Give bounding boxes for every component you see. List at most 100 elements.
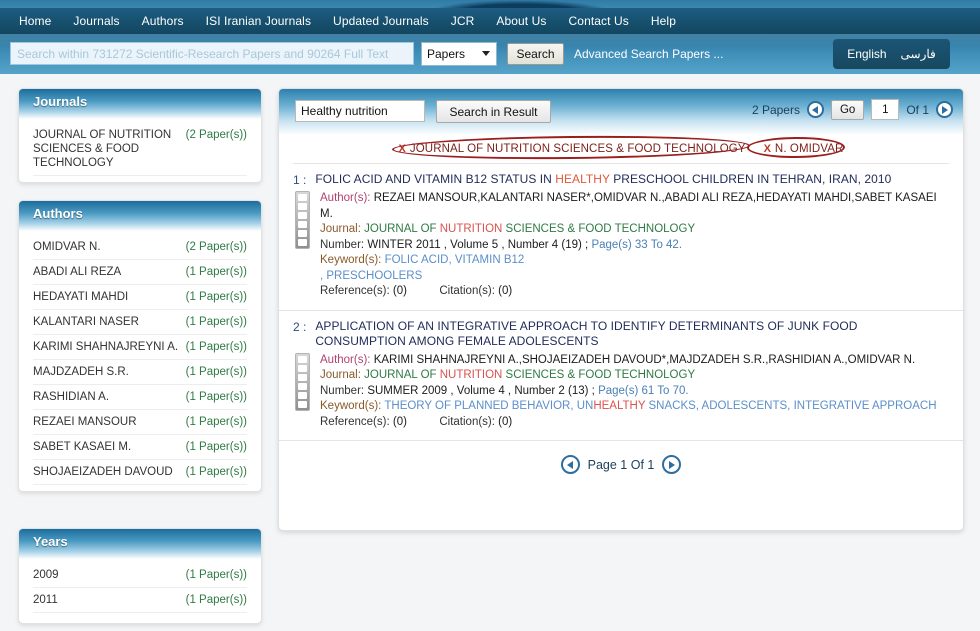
search-scope-select[interactable]: Papers [421,42,497,66]
next-page-icon[interactable] [662,455,682,474]
keywords-value[interactable]: FOLIC ACID, VITAMIN B12 [385,254,525,266]
journal-label: Journal: [320,369,361,381]
keywords-value-2[interactable]: , PRESCHOOLERS [320,270,422,282]
result-title-highlight: HEALTHY [555,172,610,186]
close-icon[interactable]: X [764,143,771,155]
nav-journals[interactable]: Journals [62,12,130,30]
keywords-value[interactable]: THEORY OF PLANNED BEHAVIOR, UNHEALTHY SN… [384,400,936,412]
page-number-input[interactable] [871,99,900,120]
authors-facet-row[interactable]: MAJDZADEH S.R. (1 Paper(s)) [33,360,247,385]
result-body: Author(s): KARIMI SHAHNAJREYNI A.,SHOJAE… [293,352,949,431]
result-item: 1 : FOLIC ACID AND VITAMIN B12 STATUS IN… [279,164,963,311]
nav-authors[interactable]: Authors [131,12,195,30]
authors-facet-row[interactable]: HEDAYATI MAHDI (1 Paper(s)) [33,285,247,310]
authors-facet-count: (1 Paper(s)) [185,341,247,353]
authors-value: KARIMI SHAHNAJREYNI A.,SHOJAEIZADEH DAVO… [373,353,916,366]
close-icon[interactable]: X [399,143,406,155]
result-index: 1 : [293,173,307,187]
number-label: Number: [320,238,365,251]
authors-facet-row[interactable]: KALANTARI NASER (1 Paper(s)) [33,310,247,335]
advanced-search-link[interactable]: Advanced Search Papers ... [574,47,723,61]
result-keywords-line: Keyword(s): FOLIC ACID, VITAMIN B12 [320,253,949,269]
authors-facet-count: (1 Paper(s)) [185,266,247,278]
search-in-result-button[interactable]: Search in Result [436,100,551,123]
journals-panel-header: Journals [19,89,261,119]
number-label: Number: [320,384,365,397]
nav-updated-journals[interactable]: Updated Journals [322,12,440,30]
filter-chip-journal-label: JOURNAL OF NUTRITION SCIENCES & FOOD TEC… [409,143,746,155]
keywords-pre: THEORY OF PLANNED BEHAVIOR, UN [384,400,594,412]
journal-post: SCIENCES & FOOD TECHNOLOGY [502,369,696,381]
filter-chip-author[interactable]: X N. OMIDVAR [764,143,844,155]
logo-arc-decoration [430,0,610,8]
page-indicator-label: Page 1 Of 1 [587,457,655,472]
authors-facet-row[interactable]: OMIDVAR N. (2 Paper(s)) [33,235,247,260]
journal-label: Journal: [320,223,361,235]
citation-label: Citation(s): [439,415,495,428]
papers-count-label: 2 Papers [751,102,800,117]
next-page-icon[interactable] [936,101,953,118]
authors-facet-count: (1 Paper(s)) [185,416,247,428]
years-facet-count: (1 Paper(s)) [185,594,247,606]
journals-panel-body: JOURNAL OF NUTRITION SCIENCES & FOOD TEC… [19,119,261,182]
result-number-line: Number: WINTER 2011 , Volume 5 , Number … [320,238,949,254]
search-in-result-input[interactable] [295,100,425,122]
search-button[interactable]: Search [507,43,564,65]
keywords-label: Keyword(s): [320,254,382,266]
years-panel-title: Years [33,534,68,549]
authors-facet-name: SHOJAEIZADEH DAVOUD [33,466,173,478]
reference-label: Reference(s): [320,285,390,297]
result-refcite-line: Reference(s): (0) Citation(s): (0) [320,415,949,431]
years-facet-row[interactable]: 2009 (1 Paper(s)) [33,563,247,588]
result-title-post: PRESCHOOL CHILDREN IN TEHRAN, IRAN, 2010 [609,172,892,186]
filter-chip-journal[interactable]: X JOURNAL OF NUTRITION SCIENCES & FOOD T… [399,143,746,155]
keywords-post: SNACKS, ADOLESCENTS, INTEGRATIVE APPROAC… [645,400,937,412]
previous-page-icon[interactable] [806,101,824,118]
authors-facet-name: OMIDVAR N. [33,241,101,253]
result-journal-line: Journal: JOURNAL OF NUTRITION SCIENCES &… [320,368,949,384]
nav-contact-us[interactable]: Contact Us [558,12,640,30]
journal-value[interactable]: JOURNAL OF NUTRITION SCIENCES & FOOD TEC… [364,223,695,235]
language-switcher: English فارسی [833,39,950,69]
authors-facet-row[interactable]: RASHIDIAN A. (1 Paper(s)) [33,385,247,410]
authors-facet-row[interactable]: SHOJAEIZADEH DAVOUD (1 Paper(s)) [33,460,247,485]
global-search-input[interactable] [10,42,414,65]
search-scope-value: Papers [427,47,466,61]
years-facet-panel: Years 2009 (1 Paper(s)) 2011 (1 Paper(s)… [18,528,262,624]
journals-facet-name: JOURNAL OF NUTRITION SCIENCES & FOOD TEC… [33,129,172,169]
result-keywords-line-2: , PRESCHOOLERS [320,269,949,285]
journal-value[interactable]: JOURNAL OF NUTRITION SCIENCES & FOOD TEC… [364,369,695,381]
authors-facet-name: REZAEI MANSOUR [33,416,137,428]
result-title[interactable]: FOLIC ACID AND VITAMIN B12 STATUS IN HEA… [315,172,891,187]
authors-facet-row[interactable]: SABET KASAEI M. (1 Paper(s)) [33,435,247,460]
citation-label: Citation(s): [439,285,495,297]
journal-post: SCIENCES & FOOD TECHNOLOGY [502,223,696,235]
authors-facet-row[interactable]: KARIMI SHAHNAJREYNI A. (1 Paper(s)) [33,335,247,360]
previous-page-icon[interactable] [560,455,580,474]
authors-facet-row[interactable]: REZAEI MANSOUR (1 Paper(s)) [33,410,247,435]
result-journal-line: Journal: JOURNAL OF NUTRITION SCIENCES &… [320,222,949,238]
nav-home[interactable]: Home [8,12,62,30]
years-facet-row[interactable]: 2011 (1 Paper(s)) [33,588,247,613]
go-button[interactable]: Go [830,99,865,120]
lang-english-link[interactable]: English [847,47,886,61]
authors-facet-name: HEDAYATI MAHDI [33,291,129,303]
authors-facet-count: (1 Paper(s)) [185,441,247,453]
authors-facet-count: (1 Paper(s)) [185,391,247,403]
result-authors-line: Author(s): REZAEI MANSOUR,KALANTARI NASE… [320,191,949,222]
authors-facet-count: (2 Paper(s)) [185,241,247,253]
authors-facet-name: KALANTARI NASER [33,316,139,328]
nav-jcr[interactable]: JCR [440,12,486,30]
result-number-line: Number: SUMMER 2009 , Volume 4 , Number … [320,384,949,400]
authors-facet-row[interactable]: ABADI ALI REZA (1 Paper(s)) [33,260,247,285]
journals-facet-row[interactable]: JOURNAL OF NUTRITION SCIENCES & FOOD TEC… [33,123,247,176]
result-title[interactable]: APPLICATION OF AN INTEGRATIVE APPROACH T… [315,319,949,349]
nav-isi-iranian-journals[interactable]: ISI Iranian Journals [195,12,322,30]
result-title-pre: FOLIC ACID AND VITAMIN B12 STATUS IN [315,172,556,186]
nav-about-us[interactable]: About Us [485,12,557,30]
results-toolbar: Search in Result 2 Papers Go Of 1 [279,89,963,135]
filter-chip-author-label: N. OMIDVAR [774,143,844,155]
top-pagination: 2 Papers Go Of 1 [752,99,953,120]
lang-farsi-link[interactable]: فارسی [901,47,936,61]
nav-help[interactable]: Help [640,12,687,30]
